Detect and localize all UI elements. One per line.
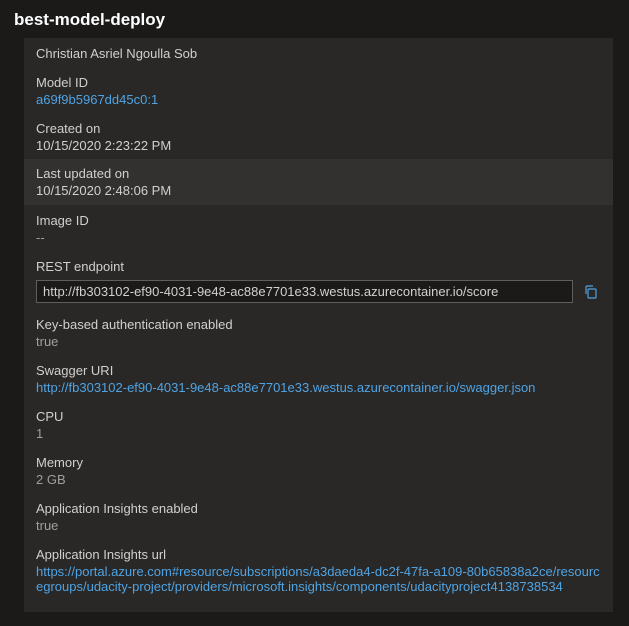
swagger-link[interactable]: http://fb303102-ef90-4031-9e48-ac88e7701… <box>36 380 601 395</box>
page-title: best-model-deploy <box>0 0 629 38</box>
key-auth-row: Key-based authentication enabled true <box>24 309 613 355</box>
swagger-row: Swagger URI http://fb303102-ef90-4031-9e… <box>24 355 613 401</box>
copy-endpoint-button[interactable] <box>581 282 601 302</box>
image-id-value: -- <box>36 230 601 245</box>
key-auth-value: true <box>36 334 601 349</box>
last-updated-value: 10/15/2020 2:48:06 PM <box>36 183 601 198</box>
created-on-value: 10/15/2020 2:23:22 PM <box>36 138 601 153</box>
appinsights-enabled-label: Application Insights enabled <box>36 501 601 516</box>
cpu-label: CPU <box>36 409 601 424</box>
model-id-label: Model ID <box>36 75 601 90</box>
appinsights-url-link[interactable]: https://portal.azure.com#resource/subscr… <box>36 564 601 594</box>
memory-row: Memory 2 GB <box>24 447 613 493</box>
owner-row: Christian Asriel Ngoulla Sob <box>24 38 613 67</box>
appinsights-url-row: Application Insights url https://portal.… <box>24 539 613 600</box>
last-updated-label: Last updated on <box>36 166 601 181</box>
appinsights-enabled-value: true <box>36 518 601 533</box>
appinsights-url-label: Application Insights url <box>36 547 601 562</box>
model-id-row: Model ID a69f9b5967dd45c0:1 <box>24 67 613 113</box>
memory-value: 2 GB <box>36 472 601 487</box>
key-auth-label: Key-based authentication enabled <box>36 317 601 332</box>
cpu-row: CPU 1 <box>24 401 613 447</box>
image-id-row: Image ID -- <box>24 205 613 251</box>
rest-endpoint-label-row: REST endpoint <box>24 251 613 278</box>
swagger-label: Swagger URI <box>36 363 601 378</box>
created-on-row: Created on 10/15/2020 2:23:22 PM <box>24 113 613 159</box>
memory-label: Memory <box>36 455 601 470</box>
copy-icon <box>583 284 599 300</box>
rest-endpoint-row <box>24 278 613 309</box>
appinsights-enabled-row: Application Insights enabled true <box>24 493 613 539</box>
owner-value: Christian Asriel Ngoulla Sob <box>36 46 601 61</box>
rest-endpoint-label: REST endpoint <box>36 259 601 274</box>
last-updated-row: Last updated on 10/15/2020 2:48:06 PM <box>24 159 613 205</box>
cpu-value: 1 <box>36 426 601 441</box>
model-id-link[interactable]: a69f9b5967dd45c0:1 <box>36 92 601 107</box>
rest-endpoint-input[interactable] <box>36 280 573 303</box>
image-id-label: Image ID <box>36 213 601 228</box>
created-on-label: Created on <box>36 121 601 136</box>
details-panel: Christian Asriel Ngoulla Sob Model ID a6… <box>24 38 613 612</box>
